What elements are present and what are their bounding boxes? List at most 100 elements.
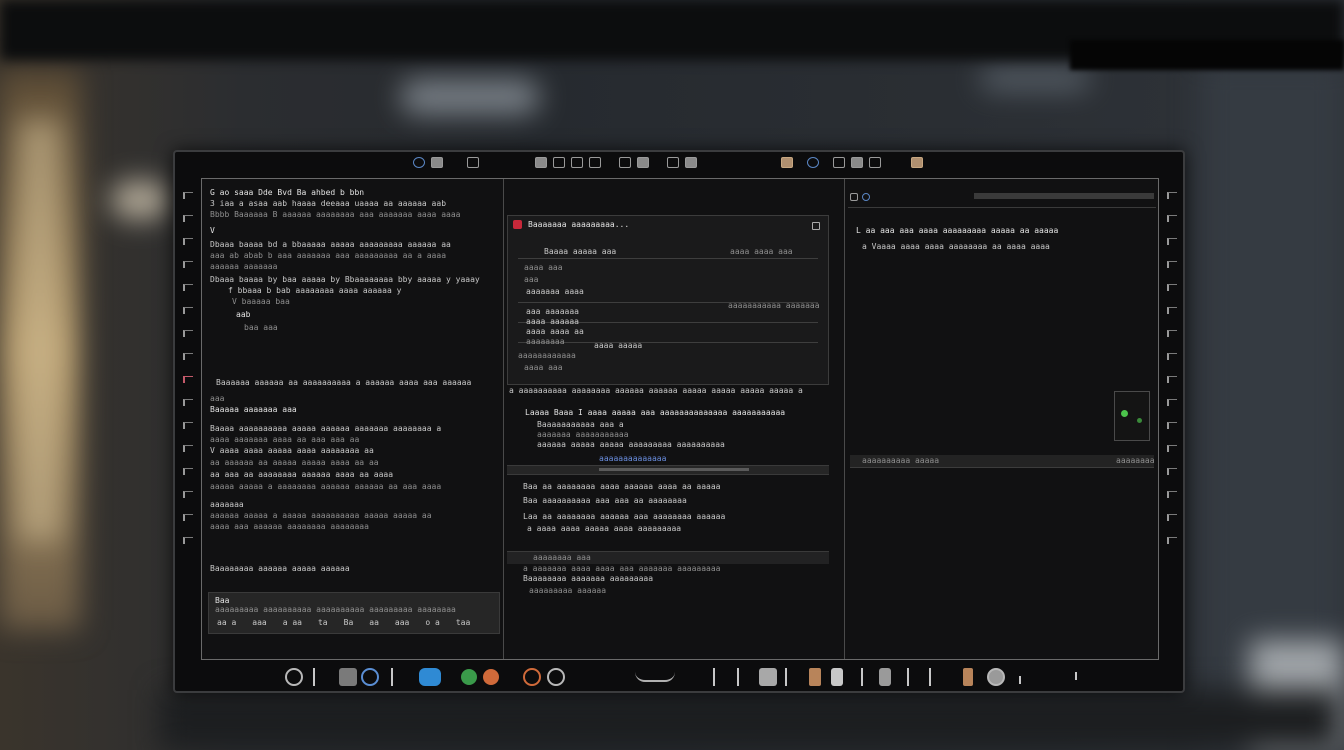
tab-row[interactable]: a aaaaaaaaaa aaaaaaaa aaaaaa aaaaaa aaaa… [509, 385, 803, 396]
text-line: baa aaa [244, 323, 278, 332]
info-bar: aaaaaaaaaa aaaaa aaaaaaaa [850, 455, 1155, 468]
text-line: aaa [210, 394, 225, 403]
chevron-icon[interactable]: V [210, 225, 215, 236]
gutter-mark [1167, 491, 1177, 498]
horizontal-scrollbar[interactable] [507, 465, 829, 475]
dock-icon-archive[interactable] [879, 668, 891, 686]
close-icon[interactable] [812, 222, 820, 230]
dock-icon-pen[interactable] [713, 668, 721, 686]
grid-icon[interactable] [571, 157, 583, 168]
folder-icon[interactable] [619, 157, 631, 168]
text-line: aab [236, 310, 251, 319]
status-value: aaa [394, 618, 410, 627]
clock-icon[interactable] [911, 157, 923, 168]
gutter-mark [1167, 445, 1177, 452]
bottom-line: a aaaaaaa aaaa aaaa aaa aaaaaaa aaaaaaaa… [523, 564, 721, 573]
scroll-thumb[interactable] [599, 468, 749, 471]
text-line: Baaaa aaaaaaaaaa aaaaa aaaaaa aaaaaaa aa… [210, 424, 442, 433]
gutter-mark [183, 330, 193, 337]
lamp [110, 180, 170, 220]
left-gutter [181, 192, 195, 544]
text-line: V aaaa aaaa aaaaa aaaa aaaaaaaa aa [210, 446, 374, 455]
dock-icon-notes[interactable] [759, 668, 777, 686]
monitor-icon[interactable] [685, 157, 697, 168]
gutter-mark [1167, 307, 1177, 314]
dock-icon-mail[interactable] [419, 668, 441, 686]
info-icon[interactable] [862, 193, 870, 201]
terminal-icon[interactable] [467, 157, 479, 168]
dialog-title: Baaaaaaa aaaaaaaaa... [528, 220, 630, 229]
text-line: aa aaaaaa aa aaaaa aaaaa aaaa aa aa [210, 458, 379, 467]
dock-icon-firefox[interactable] [523, 668, 541, 686]
online-indicator-icon [1121, 410, 1128, 417]
lower-line: a aaaa aaaa aaaaa aaaa aaaaaaaaa [527, 524, 682, 533]
dock-icon-browser[interactable] [361, 668, 379, 686]
text-line: Baaaaa aaaaaaa aaa [210, 405, 297, 414]
box-line: aaaaaaaaaaaa [518, 351, 576, 360]
dock-icon-music[interactable] [483, 669, 499, 685]
dock-icon-files[interactable] [339, 668, 357, 686]
middle-pane: Baaaa aaaaa aaa aaaa aaa aaa aaaaaaa aaa… [505, 179, 845, 659]
notification-icon[interactable] [781, 157, 793, 168]
screen: G ao saaa Dde Bvd Ba ahbed b bbn 3 iaa a… [201, 178, 1159, 660]
dock-icon-finder[interactable] [285, 668, 303, 686]
gutter-mark [1167, 238, 1177, 245]
status-value: Ba [343, 618, 354, 627]
dock-icon-editor[interactable] [737, 668, 745, 686]
box-right-label: aaaa aaaa aaa [730, 247, 793, 256]
lower-line: Laa aa aaaaaaaa aaaaaa aaa aaaaaaaa aaaa… [523, 512, 726, 521]
text-line: aaa ab abab b aaa aaaaaaa aaa aaaaaaaaa … [210, 251, 447, 260]
gutter-mark [183, 307, 193, 314]
text-line: 3 iaa a asaa aab haaaa deeaaa uaaaa aa a… [210, 199, 447, 208]
tabs-icon[interactable] [637, 157, 649, 168]
split-icon[interactable] [553, 157, 565, 168]
gutter-mark [1167, 537, 1177, 544]
gutter-mark [183, 468, 193, 475]
gutter-mark [183, 537, 193, 544]
box-line: aaaa aaa [524, 263, 563, 272]
dock-icon-pencil[interactable] [963, 668, 973, 686]
dock-icon-docs[interactable] [831, 668, 843, 686]
link[interactable]: aaaaaaaaaaaaaa [599, 453, 666, 464]
gutter-mark [183, 284, 193, 291]
text-line: aaaaa aaaaa a aaaaaaaa aaaaaa aaaaaa aa … [210, 482, 442, 491]
gutter-mark [1167, 284, 1177, 291]
activity-indicator-icon [1137, 418, 1142, 423]
dock-icon-trash[interactable] [1075, 672, 1083, 680]
window-icon[interactable] [431, 157, 443, 168]
right-pane: L aa aaa aaa aaaa aaaaaaaaa aaaaa aa aaa… [848, 179, 1158, 659]
dock-icon-terminal[interactable] [391, 668, 399, 686]
dock-icon-tools[interactable] [861, 668, 869, 686]
toolbar-right-group [781, 157, 923, 168]
dock [275, 664, 1095, 690]
dock-icon-calendar[interactable] [907, 668, 915, 686]
network-icon[interactable] [851, 157, 863, 168]
text-line: Dbaaa baaaa by baa aaaaa by Bbaaaaaaaa b… [210, 275, 480, 284]
top-toolbar [175, 152, 1183, 178]
monitor: G ao saaa Dde Bvd Ba ahbed b bbn 3 iaa a… [173, 150, 1185, 693]
gutter-mark-active [183, 376, 193, 383]
box-line: aaaa aaa [524, 363, 563, 372]
pin-icon[interactable] [850, 193, 858, 201]
gutter-mark [183, 261, 193, 268]
lower-line: Baa aaaaaaaaaa aaa aaa aa aaaaaaaa [523, 496, 687, 505]
text-line: aaaaaaa [210, 500, 244, 509]
dock-icon-settings[interactable] [987, 668, 1005, 686]
battery-icon[interactable] [869, 157, 881, 168]
settings-icon[interactable] [667, 157, 679, 168]
dock-icon-minimize[interactable] [1019, 676, 1027, 684]
dock-icon-search[interactable] [547, 668, 565, 686]
gutter-mark [1167, 399, 1177, 406]
dock-icon-books[interactable] [809, 668, 821, 686]
dock-icon-signature[interactable] [635, 672, 675, 682]
panel-icon[interactable] [589, 157, 601, 168]
layout-icon[interactable] [535, 157, 547, 168]
dock-icon-check[interactable] [929, 668, 937, 686]
search-icon[interactable] [807, 157, 819, 168]
dock-icon-launcher[interactable] [313, 668, 321, 686]
lower-line: Baa aa aaaaaaaa aaaa aaaaaa aaaa aa aaaa… [523, 482, 721, 491]
user-icon[interactable] [833, 157, 845, 168]
dock-icon-code[interactable] [785, 668, 793, 686]
app-icon[interactable] [413, 157, 425, 168]
dock-icon-chat[interactable] [461, 669, 477, 685]
